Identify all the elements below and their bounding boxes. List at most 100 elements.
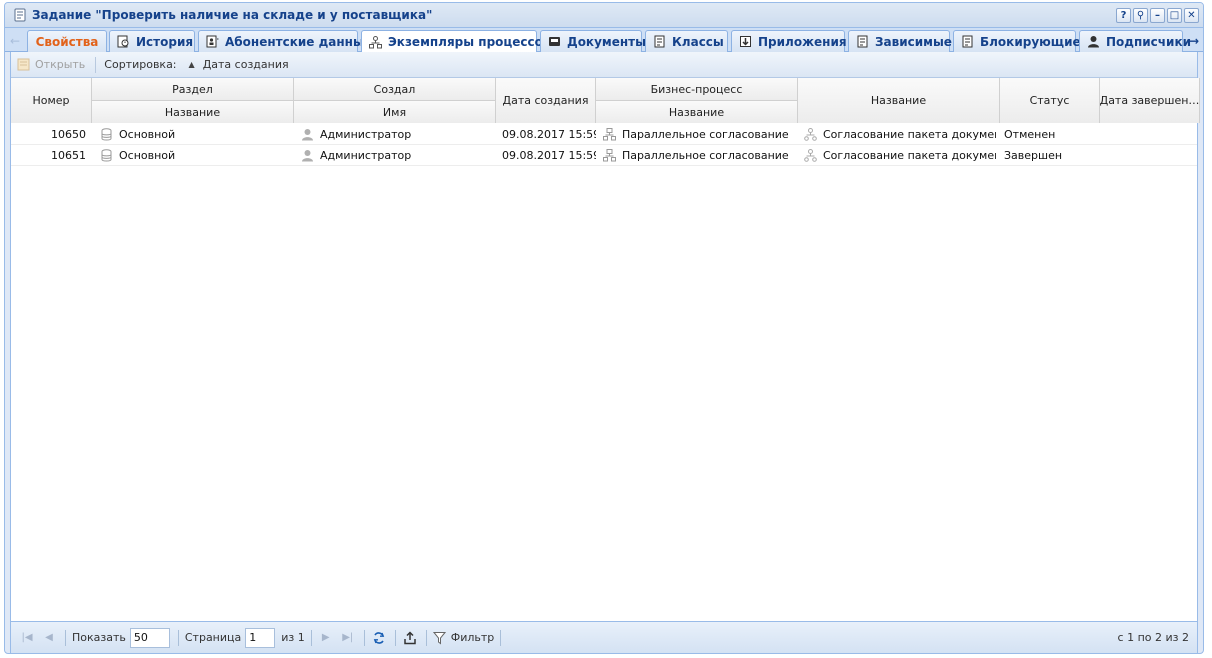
tab-scroll-left-icon[interactable]: ← [8,32,22,50]
search-button[interactable]: ⚲ [1133,8,1148,23]
cell-number: 10651 [51,149,86,162]
blocking-icon [962,35,973,48]
column-business-process-name[interactable]: Название [596,100,798,123]
first-page-icon[interactable]: |◀ [19,630,35,646]
process-instances-panel: Открыть Сортировка: ▲ Дата создания Номе… [10,52,1200,653]
cell-name: Согласование пакета документ… [804,145,996,166]
column-created-date[interactable]: Дата создания [496,78,596,123]
column-number[interactable]: Номер [11,78,92,123]
filter-button[interactable]: Фильтр [432,631,499,645]
process-icon [603,149,616,162]
help-button[interactable]: ? [1116,8,1131,23]
maximize-button[interactable]: □ [1167,8,1182,23]
column-created-by-name[interactable]: Имя [294,100,496,123]
tab-label: Подписчики [1106,34,1191,49]
cell-section: Основной [100,124,292,145]
tab-strip: ← Свойства История Абонентские данные Эк… [5,28,1203,53]
last-page-icon[interactable]: ▶| [340,630,356,646]
tab-subscriber-data[interactable]: Абонентские данные [198,30,372,52]
tab-attachments[interactable]: Приложения [731,30,847,52]
tab-scroll-right-icon[interactable]: → [1187,32,1201,50]
tab-subscribers[interactable]: Подписчики [1079,30,1191,52]
tab-label: Экземпляры процессов [388,35,551,49]
task-window: Задание "Проверить наличие на складе и у… [4,2,1204,654]
pager-separator [310,629,312,646]
tab-classes[interactable]: Классы [645,30,728,52]
export-icon[interactable] [402,630,418,646]
pager-separator [425,629,427,646]
column-section-name[interactable]: Название [92,100,294,123]
grid-toolbar: Открыть Сортировка: ▲ Дата создания [11,52,1197,78]
section-name: Основной [119,128,176,141]
column-name[interactable]: Название [798,78,1000,123]
cell-end-date [1105,124,1199,145]
pager-separator [500,629,502,646]
history-icon [117,35,129,48]
tab-label: Зависимые [875,34,952,49]
page-label: Страница [184,631,242,644]
process-name: Параллельное согласование [622,149,789,162]
tab-dependent[interactable]: Зависимые [848,30,952,52]
page-size-input[interactable] [129,627,170,648]
column-group-business-process: Бизнес-процесс [596,78,798,100]
process-instance-icon [804,149,817,162]
window-tools: ? ⚲ – □ ✕ [1116,8,1199,23]
tab-documents[interactable]: Документы [540,30,646,52]
cell-author: Администратор [301,124,493,145]
page-size-label: Показать [72,631,126,644]
paging-summary: с 1 по 2 из 2 [1117,631,1189,644]
sort-asc-icon: ▲ [188,60,195,69]
refresh-icon[interactable] [371,630,387,646]
instance-name: Согласование пакета документ… [823,128,996,141]
tab-label: Свойства [35,34,99,49]
sort-field-label: Дата создания [202,58,289,71]
filter-icon [432,631,446,644]
cell-end-date [1105,145,1199,166]
filter-label: Фильтр [450,631,495,644]
cell-section: Основной [100,145,292,166]
attachments-icon [740,36,751,47]
pager-separator [394,629,396,646]
open-label: Открыть [35,58,86,71]
open-icon [17,58,30,71]
minimize-button[interactable]: – [1150,8,1165,23]
tab-label: Блокирующие [980,34,1081,49]
tab-label: Приложения [758,34,847,49]
tab-history[interactable]: История [109,30,195,52]
window-title: Задание "Проверить наличие на складе и у… [32,8,433,22]
subscriber-icon [206,35,219,48]
next-page-icon[interactable]: ▶ [318,630,334,646]
grid-header: Номер Раздел Название Создал Имя Дата со… [11,78,1200,123]
export-icon-glyph [404,630,416,644]
tab-label: Документы [567,34,646,49]
prev-page-icon[interactable]: ◀ [41,630,57,646]
page-number-input[interactable] [245,627,276,648]
tab-properties[interactable]: Свойства [27,30,107,52]
pager-separator [177,629,179,646]
cell-status: Отменен [1004,128,1056,141]
column-group-section: Раздел [92,78,294,100]
sort-field-button[interactable]: ▲ Дата создания [189,58,289,71]
tab-label: Абонентские данные [225,34,372,49]
cell-created-date: 09.08.2017 15:59 [502,128,596,141]
table-row[interactable]: 10651 Основной Администратор 09.08.2017 … [11,145,1197,166]
author-name: Администратор [320,128,412,141]
table-row[interactable]: 10650 Основной Администратор 09.08.2017 … [11,124,1197,145]
pager-separator [65,629,66,646]
process-instance-icon [804,128,817,141]
tab-process-instances[interactable]: Экземпляры процессов [361,30,551,53]
process-name: Параллельное согласование [622,128,789,141]
sort-label: Сортировка: [104,58,177,71]
classes-icon [654,35,665,48]
open-button[interactable]: Открыть [17,58,85,71]
window-titlebar: Задание "Проверить наличие на складе и у… [5,3,1203,28]
author-name: Администратор [320,149,412,162]
tab-blocking[interactable]: Блокирующие [953,30,1081,52]
close-button[interactable]: ✕ [1184,8,1199,23]
column-status[interactable]: Статус [1000,78,1100,123]
user-icon [1088,36,1099,48]
process-icon [369,35,382,48]
column-end-date[interactable]: Дата завершен… [1100,78,1200,123]
column-group-created-by: Создал [294,78,496,100]
database-icon [101,149,112,162]
